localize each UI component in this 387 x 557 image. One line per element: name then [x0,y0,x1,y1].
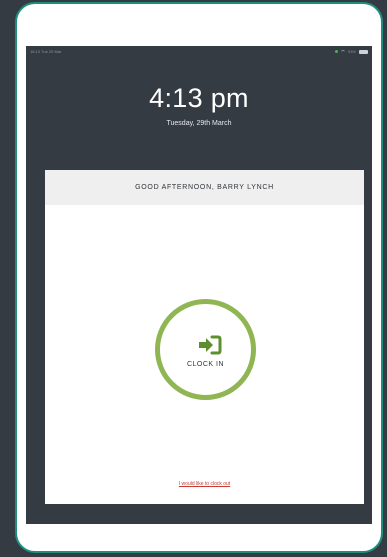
clock-out-link[interactable]: I would like to clock out [45,481,364,487]
status-time-date: 16:13 Tue 29 Mar [30,49,62,54]
tablet-screen: 16:13 Tue 29 Mar 93% 4:13 pm Tuesday, 29… [26,46,372,524]
status-indicators: 93% [334,49,368,54]
signal-dot-icon [334,50,338,53]
wifi-icon [340,49,345,54]
clock-in-button[interactable]: CLOCK IN [155,299,256,400]
battery-percentage: 93% [347,49,356,54]
sign-in-arrow-icon [199,335,222,355]
status-bar: 16:13 Tue 29 Mar 93% [26,46,372,56]
clock-date: Tuesday, 29th March [166,120,232,127]
tablet-frame: 16:13 Tue 29 Mar 93% 4:13 pm Tuesday, 29… [15,2,383,553]
battery-icon [359,49,368,54]
attendance-card: GOOD AFTERNOON, BARRY LYNCH CLOCK IN I w… [45,170,364,504]
clock-time: 4:13 pm [149,83,249,113]
clock-in-label: CLOCK IN [186,361,225,368]
greeting-header: GOOD AFTERNOON, BARRY LYNCH [45,170,364,205]
